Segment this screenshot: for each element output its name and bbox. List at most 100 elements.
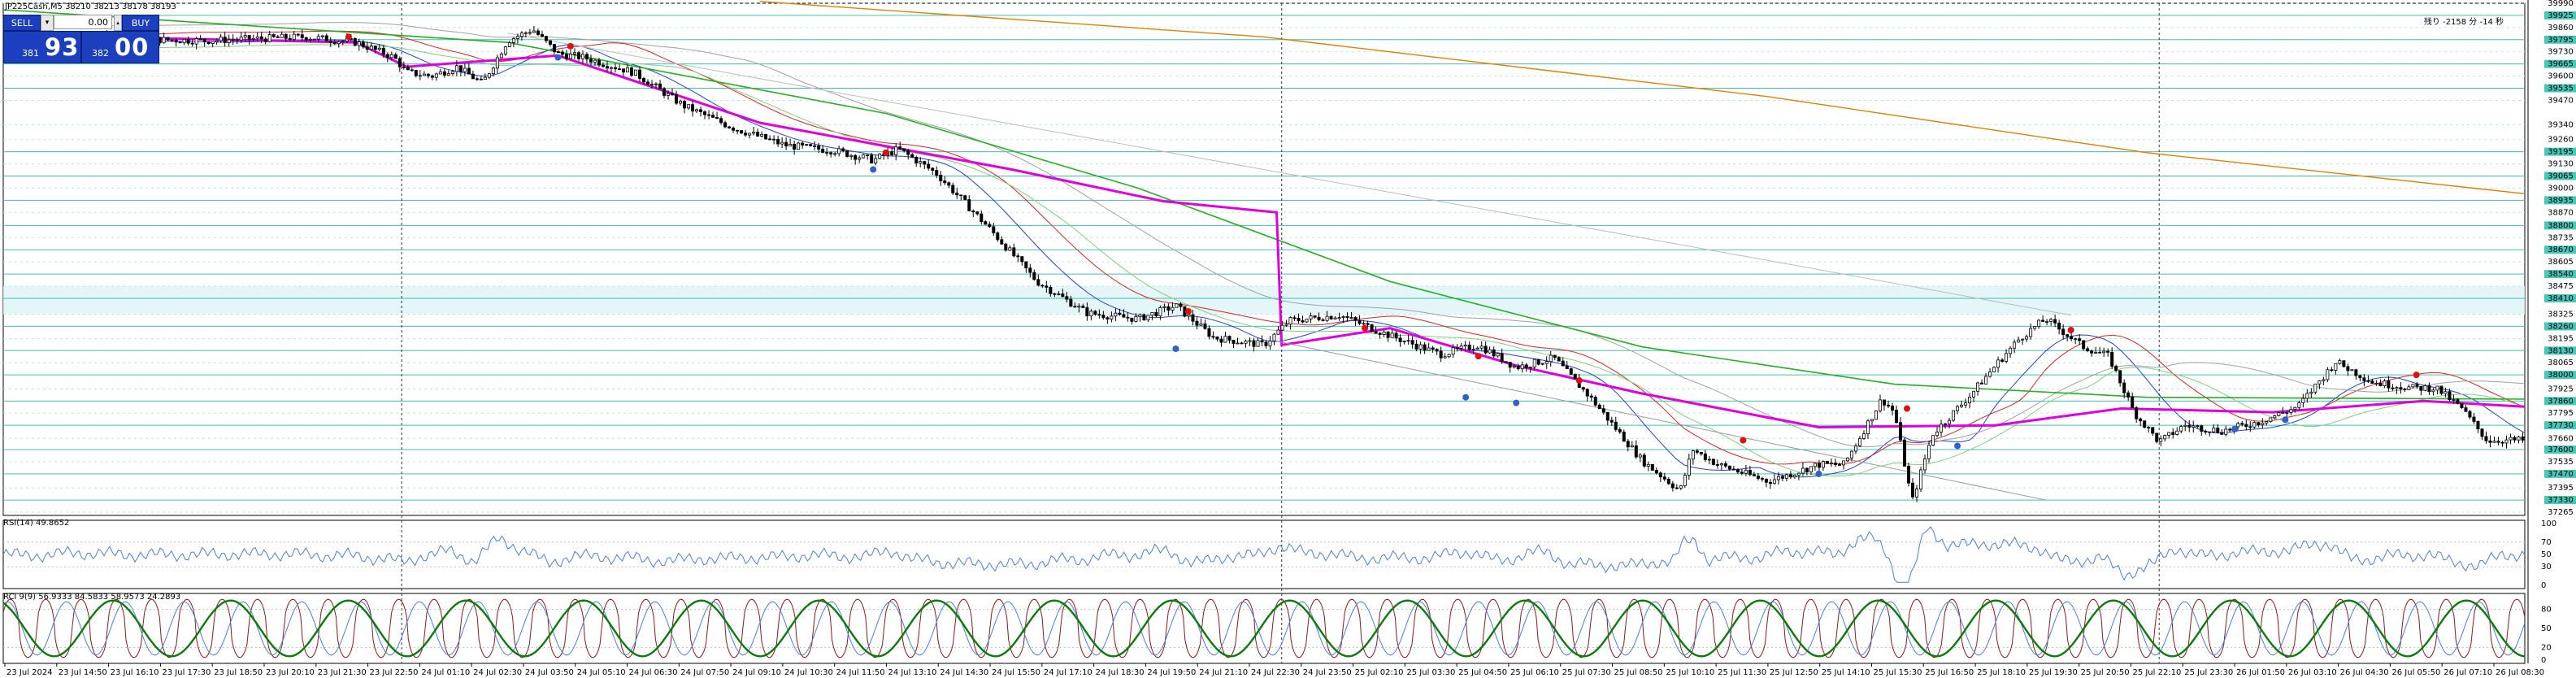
candle-body — [1772, 479, 1776, 485]
candle-body — [2378, 383, 2383, 387]
candle-body — [1443, 356, 1447, 359]
candle-body — [1110, 315, 1114, 319]
candle-body — [1711, 459, 1715, 465]
candle-body — [2289, 409, 2293, 413]
candle-body — [365, 46, 369, 50]
candle-body — [284, 33, 288, 39]
candle-body — [2309, 391, 2313, 394]
candle-body — [1353, 317, 1358, 321]
candle-body — [324, 35, 328, 42]
candle-body — [1662, 476, 1666, 480]
candle-body — [1976, 382, 1980, 392]
candle-body — [2427, 385, 2431, 393]
candle-body — [1601, 408, 1605, 413]
candle-body — [2013, 341, 2017, 349]
candle-body — [1609, 419, 1614, 423]
candle-body — [1695, 450, 1699, 453]
candle-body — [1911, 482, 1915, 498]
candle-body — [1459, 346, 1463, 349]
time-tick-label: 25 Jul 11:30 — [1718, 668, 1766, 677]
signal-dot-blue — [2282, 416, 2289, 424]
signal-dot-blue — [870, 166, 877, 173]
candle-body — [2139, 418, 2143, 422]
candle-body — [1142, 314, 1146, 320]
time-tick-label: 25 Jul 07:30 — [1562, 668, 1611, 677]
sell-button[interactable]: SELL — [3, 15, 41, 31]
candle-body — [732, 127, 736, 131]
level-tag-label: 38935 — [2548, 196, 2574, 205]
candle-body — [1821, 461, 1825, 468]
candle-body — [1138, 314, 1142, 317]
time-tick-label: 24 Jul 18:30 — [1096, 668, 1145, 677]
candle-body — [2431, 389, 2435, 393]
candle-body — [1000, 239, 1004, 245]
candle-body — [764, 133, 768, 140]
candle-body — [967, 199, 971, 211]
time-tick-label: 24 Jul 15:50 — [992, 668, 1040, 677]
candle-body — [1398, 337, 1402, 342]
time-tick-label: 25 Jul 08:50 — [1614, 668, 1663, 677]
level-tag-label: 39925 — [2548, 11, 2574, 20]
candle-body — [935, 170, 939, 176]
time-tick-label: 25 Jul 04:50 — [1458, 668, 1507, 677]
candle-body — [450, 71, 454, 74]
candle-body — [943, 180, 947, 184]
candle-body — [2464, 407, 2468, 412]
candle-body — [2252, 422, 2257, 428]
lot-size-input[interactable]: 0.00 — [54, 15, 112, 29]
candle-body — [1654, 470, 1658, 474]
candle-body — [1833, 463, 1837, 465]
candle-body — [2143, 420, 2147, 428]
buy-button[interactable]: BUY — [122, 15, 159, 31]
candle-body — [2175, 430, 2179, 435]
candle-body — [2070, 336, 2074, 340]
lot-dropdown-icon[interactable]: ▾ — [41, 15, 54, 31]
candle-body — [736, 129, 740, 132]
candle-body — [1256, 340, 1260, 347]
candle-body — [874, 158, 878, 163]
candle-body — [2326, 369, 2330, 380]
candle-body — [2066, 334, 2070, 337]
lot-stepper-icon[interactable]: ▴ — [114, 15, 122, 31]
candle-body — [536, 30, 540, 35]
candle-body — [1195, 320, 1199, 326]
candle-body — [572, 52, 576, 54]
time-tick-label: 24 Jul 13:10 — [888, 668, 936, 677]
candle-body — [503, 46, 507, 54]
candle-body — [1768, 481, 1772, 485]
rsi-label: RSI(14) 49.8652 — [3, 519, 69, 528]
candle-body — [2061, 328, 2066, 336]
level-tag-label: 37860 — [2548, 397, 2574, 406]
candle-body — [2305, 393, 2309, 399]
time-tick-label: 23 Jul 21:30 — [318, 668, 367, 677]
candle-body — [854, 154, 858, 160]
candle-body — [515, 36, 519, 39]
candle-body — [2313, 383, 2318, 393]
candle-body — [939, 175, 943, 181]
candle-body — [829, 152, 833, 154]
candle-body — [328, 41, 332, 43]
candle-body — [1968, 396, 1972, 404]
candle-body — [2094, 351, 2098, 354]
ma-orange-line — [759, 1, 2526, 194]
candle-body — [2110, 351, 2114, 367]
candle-body — [760, 133, 764, 137]
sell-price-box[interactable]: 381 93 — [3, 31, 81, 63]
candle-body — [499, 54, 503, 59]
candle-body — [2468, 411, 2472, 418]
time-tick-label: 24 Jul 07:50 — [680, 668, 729, 677]
candle-body — [1520, 364, 1524, 370]
candle-body — [1817, 463, 1821, 468]
candle-body — [406, 67, 410, 71]
candle-body — [1061, 293, 1065, 298]
candle-body — [1219, 338, 1223, 343]
candle-body — [296, 33, 300, 36]
candle-body — [584, 54, 589, 60]
candle-body — [2220, 432, 2224, 435]
buy-price-box[interactable]: 382 00 — [81, 31, 159, 63]
candle-body — [2480, 428, 2484, 437]
signal-dot-blue — [2231, 425, 2239, 432]
candle-body — [1276, 329, 1280, 335]
time-tick-label: 24 Jul 05:10 — [577, 668, 626, 677]
time-tick-label: 24 Jul 14:30 — [940, 668, 988, 677]
